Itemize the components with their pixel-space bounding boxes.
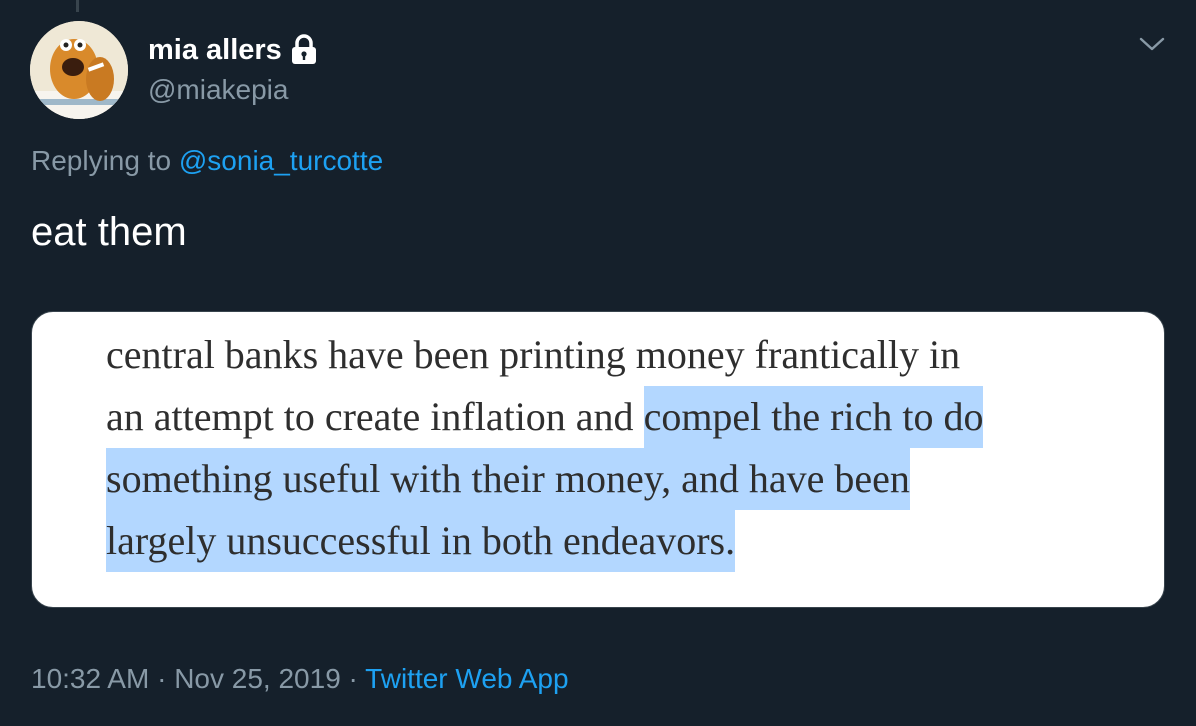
replying-to-label: Replying to (31, 145, 179, 176)
excerpt-highlight: compel the rich to do (643, 386, 984, 448)
excerpt-highlight: largely unsuccessful in both endeavors. (106, 510, 736, 572)
excerpt-text: central banks have been printing money f… (106, 332, 961, 377)
document-excerpt: central banks have been printing money f… (106, 324, 984, 572)
tweet-source-link[interactable]: Twitter Web App (365, 663, 568, 694)
tweet-time[interactable]: 10:32 AM (31, 663, 149, 694)
tweet-date[interactable]: Nov 25, 2019 (174, 663, 341, 694)
meta-separator: · (340, 663, 366, 694)
excerpt-highlight: something useful with their money, and h… (106, 448, 910, 510)
user-name-row: mia allers (148, 30, 318, 70)
meta-separator: · (149, 663, 175, 694)
tweet-image[interactable]: central banks have been printing money f… (31, 311, 1165, 608)
excerpt-line: central banks have been printing money f… (106, 324, 983, 386)
thread-connector-line (76, 0, 79, 12)
tweet-detail: mia allers @miakepia Replying to @sonia_… (0, 0, 1196, 726)
excerpt-line: largely unsuccessful in both endeavors. (106, 510, 983, 572)
excerpt-line: something useful with their money, and h… (106, 448, 983, 510)
excerpt-text: an attempt to create inflation and (106, 394, 644, 439)
lock-icon (290, 34, 318, 66)
tweet-text: eat them (31, 210, 187, 254)
excerpt-line: an attempt to create inflation and compe… (106, 386, 984, 448)
tweet-meta: 10:32 AM · Nov 25, 2019 · Twitter Web Ap… (31, 660, 569, 698)
reply-mention-link[interactable]: @sonia_turcotte (179, 145, 383, 176)
replying-to: Replying to @sonia_turcotte (31, 143, 383, 179)
display-name[interactable]: mia allers (148, 30, 282, 70)
chevron-down-icon[interactable] (1138, 34, 1166, 54)
avatar[interactable] (30, 21, 128, 119)
user-handle[interactable]: @miakepia (148, 72, 288, 108)
